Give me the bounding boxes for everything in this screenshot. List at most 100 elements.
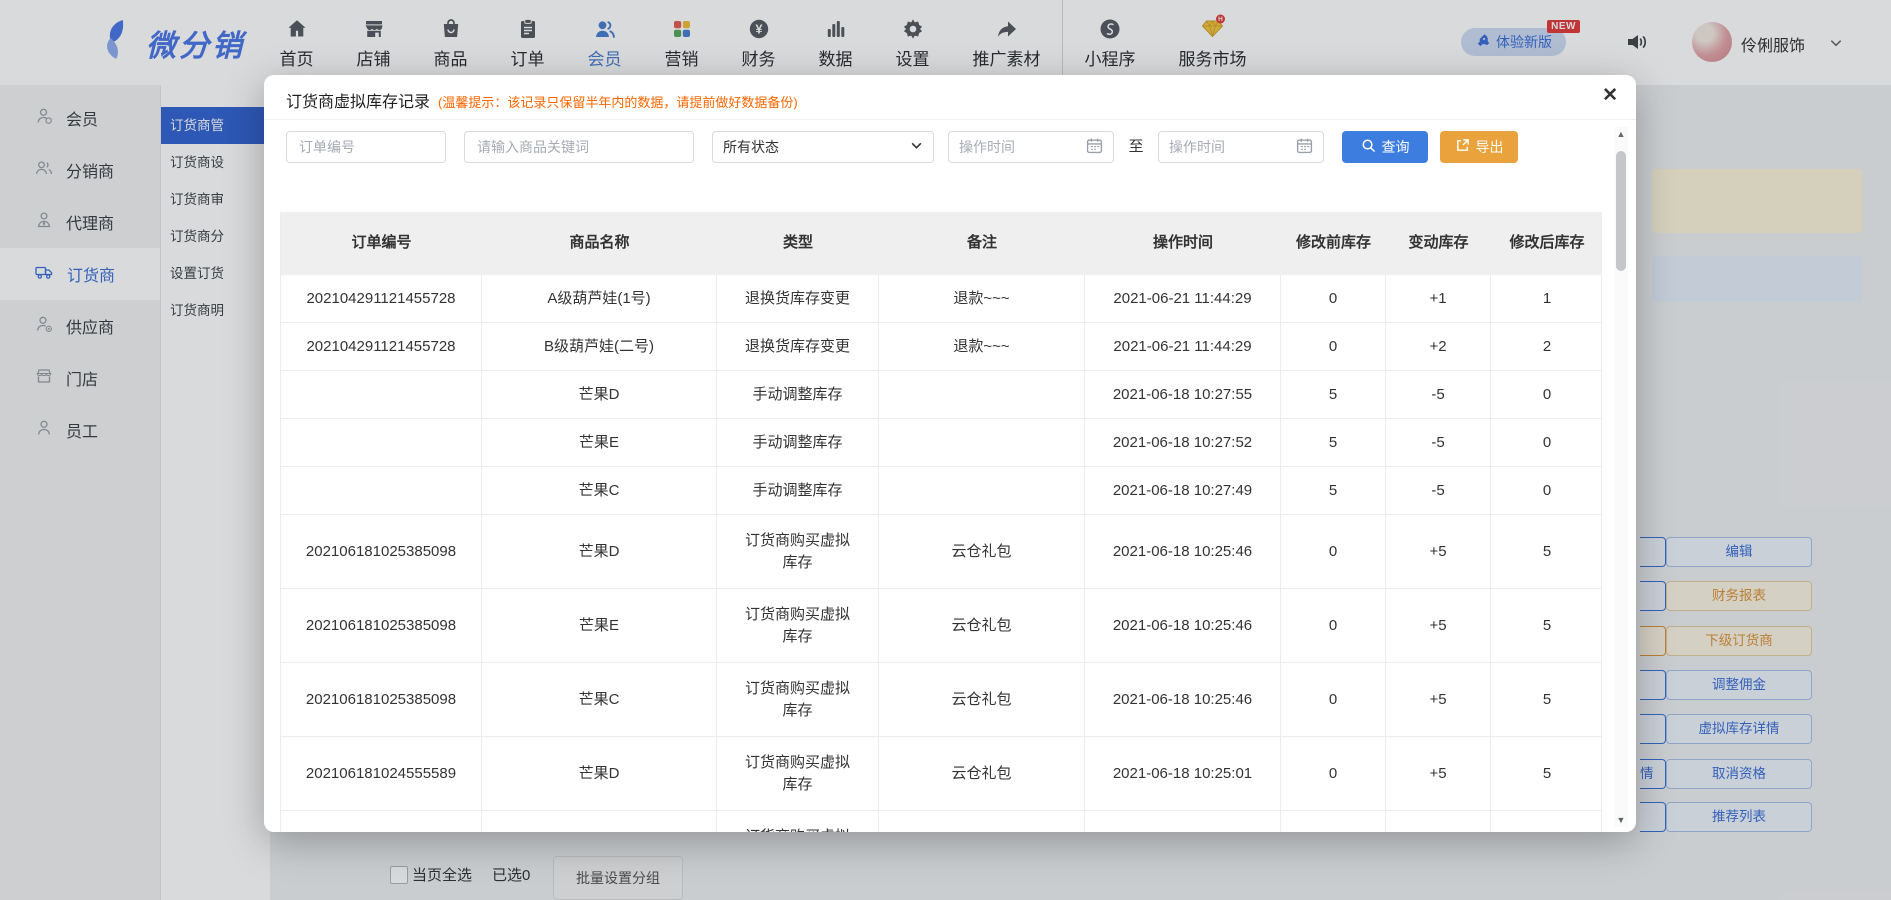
scroll-down-icon[interactable]: ▼ — [1614, 815, 1628, 825]
table-cell: 5 — [1491, 589, 1603, 662]
table-cell: 202106181025385098 — [281, 589, 482, 662]
column-header-2: 商品名称 — [482, 212, 717, 275]
table-cell: +1 — [1386, 275, 1491, 322]
modal-title-row: 订货商虚拟库存记录 (温馨提示：该记录只保留半年内的数据，请提前做好数据备份) — [286, 88, 798, 112]
order-no-input[interactable] — [286, 131, 446, 163]
table-cell: 云仓礼包 — [879, 737, 1085, 810]
column-header-1: 订单编号 — [281, 212, 482, 275]
table-cell: 订货商购买虚拟库存 — [717, 737, 879, 810]
export-button[interactable]: 导出 — [1440, 131, 1518, 163]
table-cell — [1386, 811, 1491, 832]
date-end-input[interactable]: 操作时间 — [1158, 131, 1324, 163]
date-start-input[interactable]: 操作时间 — [948, 131, 1114, 163]
table-cell: -5 — [1386, 371, 1491, 418]
virtual-stock-record-modal: 订货商虚拟库存记录 (温馨提示：该记录只保留半年内的数据，请提前做好数据备份) ✕… — [264, 75, 1636, 832]
table-cell: 0 — [1491, 467, 1603, 514]
table-cell: 2021-06-18 10:27:52 — [1085, 419, 1281, 466]
table-cell: 订货商购买虚拟库存 — [717, 515, 879, 588]
table-cell: 芒果C — [482, 467, 717, 514]
table-cell — [281, 419, 482, 466]
table-cell: 手动调整库存 — [717, 467, 879, 514]
table-cell: 2021-06-21 11:44:29 — [1085, 275, 1281, 322]
column-header-7: 变动库存 — [1386, 212, 1491, 275]
table-cell: 5 — [1491, 515, 1603, 588]
table-cell: 云仓礼包 — [879, 663, 1085, 736]
table-cell: 2021-06-18 10:25:46 — [1085, 515, 1281, 588]
table-row-8: 202106181025385098芒果C订货商购买虚拟库存云仓礼包2021-0… — [281, 663, 1601, 737]
scroll-up-icon[interactable]: ▲ — [1614, 129, 1628, 139]
table-cell: 芒果D — [482, 515, 717, 588]
table-cell: 芒果D — [482, 371, 717, 418]
table-cell: 0 — [1491, 419, 1603, 466]
table-cell: 芒果D — [482, 737, 717, 810]
table-cell: 2021-06-18 10:25:46 — [1085, 589, 1281, 662]
date-range-to-label: 至 — [1122, 131, 1150, 163]
table-cell: +5 — [1386, 515, 1491, 588]
export-button-label: 导出 — [1476, 137, 1504, 157]
table-row-3: 芒果D手动调整库存2021-06-18 10:27:555-50 — [281, 371, 1601, 419]
table-row-1: 202104291121455728A级葫芦娃(1号)退换货库存变更退款~~~2… — [281, 275, 1601, 323]
modal-scrollbar[interactable]: ▲ ▼ — [1614, 127, 1628, 827]
table-cell: 退款~~~ — [879, 323, 1085, 370]
table-row-10: 芒果E订货商购买虚拟库存 — [281, 811, 1601, 832]
table-cell: +5 — [1386, 737, 1491, 810]
table-cell: 1 — [1491, 275, 1603, 322]
table-cell: B级葫芦娃(二号) — [482, 323, 717, 370]
modal-title: 订货商虚拟库存记录 — [286, 94, 430, 111]
table-cell: 0 — [1281, 275, 1386, 322]
search-button[interactable]: 查询 — [1342, 131, 1428, 163]
table-cell: 202104291121455728 — [281, 323, 482, 370]
table-cell: 云仓礼包 — [879, 589, 1085, 662]
records-table: 订单编号商品名称类型备注操作时间修改前库存变动库存修改后库存2021042911… — [280, 212, 1602, 832]
table-cell: +5 — [1386, 589, 1491, 662]
modal-divider — [264, 119, 1636, 120]
table-header-row: 订单编号商品名称类型备注操作时间修改前库存变动库存修改后库存 — [281, 212, 1601, 275]
table-row-6: 202106181025385098芒果D订货商购买虚拟库存云仓礼包2021-0… — [281, 515, 1601, 589]
table-row-2: 202104291121455728B级葫芦娃(二号)退换货库存变更退款~~~2… — [281, 323, 1601, 371]
table-cell: 2021-06-18 10:27:49 — [1085, 467, 1281, 514]
table-cell: 0 — [1281, 589, 1386, 662]
column-header-6: 修改前库存 — [1281, 212, 1386, 275]
table-row-7: 202106181025385098芒果E订货商购买虚拟库存云仓礼包2021-0… — [281, 589, 1601, 663]
table-cell: 芒果E — [482, 811, 717, 832]
table-cell: 5 — [1491, 737, 1603, 810]
table-cell — [1281, 811, 1386, 832]
table-cell: -5 — [1386, 467, 1491, 514]
table-cell: 0 — [1281, 323, 1386, 370]
table-cell: -5 — [1386, 419, 1491, 466]
table-cell: A级葫芦娃(1号) — [482, 275, 717, 322]
keyword-input[interactable] — [464, 131, 694, 163]
scrollbar-thumb[interactable] — [1616, 151, 1626, 271]
order-no-field[interactable] — [297, 138, 435, 156]
table-cell — [879, 371, 1085, 418]
table-cell: 2 — [1491, 323, 1603, 370]
close-icon[interactable]: ✕ — [1602, 84, 1618, 107]
table-cell — [1491, 811, 1603, 832]
table-cell: +2 — [1386, 323, 1491, 370]
modal-warning: (温馨提示：该记录只保留半年内的数据，请提前做好数据备份) — [438, 95, 798, 110]
table-cell — [281, 811, 482, 832]
export-icon — [1455, 138, 1470, 156]
column-header-3: 类型 — [717, 212, 879, 275]
table-cell: 手动调整库存 — [717, 371, 879, 418]
keyword-field[interactable] — [475, 138, 683, 156]
table-cell: 5 — [1281, 419, 1386, 466]
table-cell: 5 — [1281, 371, 1386, 418]
column-header-4: 备注 — [879, 212, 1085, 275]
search-icon — [1361, 138, 1376, 156]
table-cell: +5 — [1386, 663, 1491, 736]
search-button-label: 查询 — [1382, 137, 1410, 157]
table-cell — [281, 467, 482, 514]
table-cell: 手动调整库存 — [717, 419, 879, 466]
table-cell: 2021-06-21 11:44:29 — [1085, 323, 1281, 370]
column-header-5: 操作时间 — [1085, 212, 1281, 275]
table-cell — [281, 371, 482, 418]
table-cell: 订货商购买虚拟库存 — [717, 663, 879, 736]
table-cell — [879, 467, 1085, 514]
table-cell: 202104291121455728 — [281, 275, 482, 322]
table-cell: 订货商购买虚拟库存 — [717, 811, 879, 832]
status-select[interactable]: 所有状态 — [712, 131, 934, 163]
table-cell: 芒果E — [482, 419, 717, 466]
table-cell: 退款~~~ — [879, 275, 1085, 322]
table-cell: 退换货库存变更 — [717, 275, 879, 322]
